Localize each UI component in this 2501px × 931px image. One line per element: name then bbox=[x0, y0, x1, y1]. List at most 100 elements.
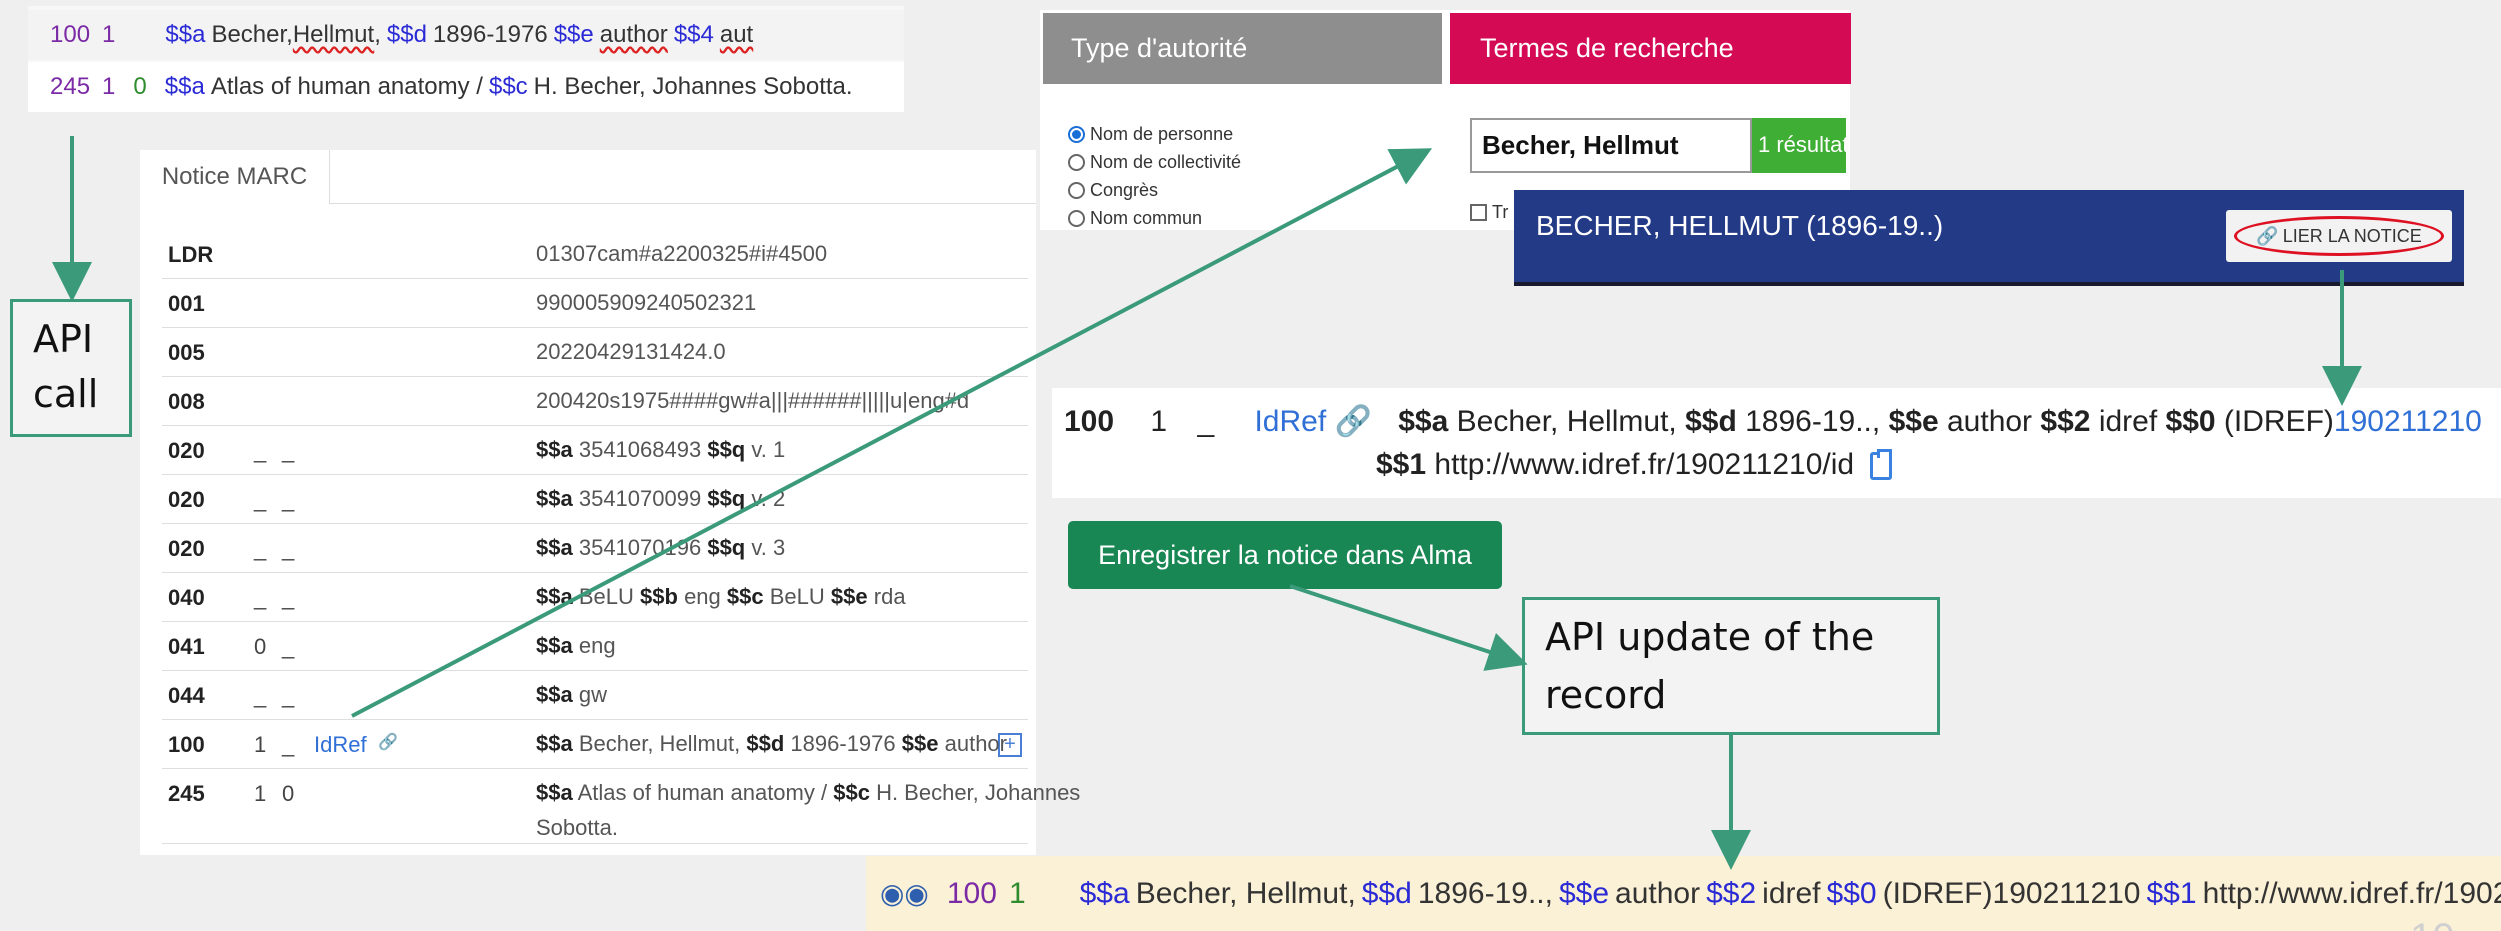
checkbox[interactable] bbox=[1470, 204, 1487, 221]
idref-link[interactable]: IdRef bbox=[1254, 405, 1326, 438]
marc-tag: 245 bbox=[168, 781, 205, 806]
subfield-value: gw bbox=[578, 682, 607, 707]
subfield-code: $$d bbox=[1685, 405, 1737, 438]
marc-ind2: _ bbox=[282, 438, 295, 463]
subfield-code: $$e bbox=[830, 584, 868, 609]
marc-ind1: _ bbox=[254, 585, 267, 610]
alma-punct: , bbox=[374, 21, 381, 48]
subfield-code: $$a bbox=[536, 780, 573, 805]
alma-value: (IDREF)190211210 bbox=[1882, 876, 2141, 910]
subfield-code: $$2 bbox=[2040, 405, 2091, 438]
alma-tag: 100 bbox=[50, 21, 91, 48]
marc-value: $$a gw bbox=[536, 677, 1156, 712]
subfield-value: (IDREF) bbox=[2223, 405, 2334, 438]
marc-tag: 020 bbox=[168, 487, 205, 512]
marc-ind2: _ bbox=[282, 634, 295, 659]
radio-icon[interactable] bbox=[1068, 153, 1085, 171]
radio-nom-de-collectivite[interactable]: Nom de collectivité bbox=[1068, 148, 1241, 176]
radio-icon[interactable] bbox=[1068, 209, 1085, 227]
field-line2: $$1 http://www.idref.fr/190211210/id bbox=[1376, 448, 1893, 482]
alma-value: idref bbox=[1762, 876, 1821, 910]
marc-ind1: 1 bbox=[254, 781, 267, 806]
marc-ind2: _ bbox=[282, 487, 295, 512]
marc-row-001: 001 990005909240502321 bbox=[162, 279, 1028, 328]
alma-value: Atlas of human anatomy / bbox=[210, 73, 483, 100]
marc-row-020: 020 _ _ $$a 3541070196 $$q v. 3 bbox=[162, 524, 1028, 573]
search-input[interactable]: Becher, Hellmut bbox=[1470, 118, 1752, 173]
field-ind2: _ bbox=[1197, 405, 1215, 438]
subfield-code: $$1 bbox=[1376, 448, 1427, 481]
marc-tag: 005 bbox=[168, 340, 205, 365]
marc-row-100: 100 1 _ IdRef 🔗 + $$a Becher, Hellmut, $$d 189… bbox=[162, 720, 1028, 769]
alma-subfield: $$2 bbox=[1706, 876, 1757, 910]
subfield-value: author bbox=[1946, 405, 2033, 438]
radio-icon[interactable] bbox=[1068, 181, 1085, 199]
clipboard-icon[interactable] bbox=[1870, 449, 1893, 481]
marc-tag: LDR bbox=[168, 242, 214, 267]
alma-subfield: $$d bbox=[1361, 876, 1412, 910]
subfield-value: Becher, Hellmut, bbox=[578, 731, 741, 756]
api-update-line1: API update of the bbox=[1545, 615, 1875, 659]
api-call-line1: API bbox=[33, 317, 94, 361]
marc-value: $$a Atlas of human anatomy / $$c H. Bech… bbox=[536, 775, 1156, 845]
marc-tag: 041 bbox=[168, 634, 205, 659]
marc-row-040: 040 _ _ $$a BeLU $$b eng $$c BeLU $$e rda bbox=[162, 573, 1028, 622]
alma-value: Becher, Hellmut, bbox=[1135, 876, 1356, 910]
radio-selected-icon[interactable] bbox=[1068, 125, 1085, 143]
marc-value: 01307cam#a2200325#i#4500 bbox=[536, 241, 828, 266]
api-call-line2: call bbox=[33, 372, 99, 416]
authority-type-header: Type d'autorité bbox=[1043, 13, 1442, 84]
idref-link[interactable]: IdRef bbox=[314, 732, 367, 758]
linked-field-preview: 100 1 _ IdRef 🔗 $$a Becher, Hellmut, $$d… bbox=[1052, 388, 2501, 498]
api-update-label: API update of the record bbox=[1522, 597, 1940, 735]
marc-table: LDR 01307cam#a2200325#i#4500 001 9900059092… bbox=[162, 230, 1080, 844]
alma-value: 1896-1976 bbox=[432, 21, 548, 48]
search-terms-header: Termes de recherche bbox=[1450, 13, 1851, 84]
save-to-alma-button[interactable]: Enregistrer la notice dans Alma bbox=[1068, 521, 1502, 589]
subfield-value: BeLU bbox=[578, 584, 634, 609]
subfield-code: $$a bbox=[536, 731, 573, 756]
marc-value: $$a Becher, Hellmut, $$d 1896-1976 $$e a… bbox=[536, 726, 1156, 761]
subfield-code: $$q bbox=[707, 535, 746, 560]
marc-value: 990005909240502321 bbox=[536, 290, 757, 315]
marc-tag: 001 bbox=[168, 291, 205, 316]
alma-subfield: $$1 bbox=[2146, 876, 2197, 910]
tab-notice-marc[interactable]: Notice MARC bbox=[140, 150, 330, 204]
marc-value: $$a 3541070196 $$q v. 3 bbox=[536, 530, 1156, 565]
alma-subfield: $$c bbox=[488, 73, 528, 100]
marc-ind1: _ bbox=[254, 487, 267, 512]
subfield-value: 3541070196 bbox=[578, 535, 702, 560]
radio-nom-commun[interactable]: Nom commun bbox=[1068, 204, 1241, 232]
subfield-value: 1896-19.., bbox=[1745, 405, 1881, 438]
alma-subfield: $$e bbox=[553, 21, 594, 48]
subfield-code: $$a bbox=[536, 535, 573, 560]
marc-ind1: _ bbox=[254, 438, 267, 463]
subfield-code: $$e bbox=[1888, 405, 1939, 438]
link-icon: 🔗 bbox=[1334, 405, 1372, 438]
marc-ind2: _ bbox=[282, 683, 295, 708]
authority-result-bar: BECHER, HELLMUT (1896-19..) 🔗 LIER LA NO… bbox=[1514, 190, 2464, 286]
marc-value: 20220429131424.0 bbox=[536, 339, 726, 364]
alma-value-misspelled: Hellmut bbox=[292, 21, 375, 48]
subfield-code: $$a bbox=[536, 682, 573, 707]
binoculars-icon[interactable]: ◉◉ bbox=[880, 877, 929, 910]
idref-number-link[interactable]: 190211210 bbox=[2334, 405, 2482, 438]
radio-congres[interactable]: Congrès bbox=[1068, 176, 1241, 204]
radio-nom-de-personne[interactable]: Nom de personne bbox=[1068, 120, 1241, 148]
subfield-value: BeLU bbox=[769, 584, 825, 609]
alma-subfield: $$d bbox=[386, 21, 427, 48]
link-icon: 🔗 bbox=[378, 734, 398, 751]
subfield-value: 1896-1976 bbox=[790, 731, 896, 756]
authority-type-radios: Nom de personne Nom de collectivité Cong… bbox=[1068, 120, 1241, 232]
subfield-code: $$d bbox=[746, 731, 785, 756]
subfield-value: idref bbox=[2098, 405, 2158, 438]
subfield-value: 3541070099 bbox=[578, 486, 702, 511]
subfield-value: 3541068493 bbox=[578, 437, 702, 462]
marc-tag: 008 bbox=[168, 389, 205, 414]
marc-value: $$a eng bbox=[536, 628, 1156, 663]
link-record-button[interactable]: 🔗 LIER LA NOTICE bbox=[2226, 210, 2452, 262]
alma-value: H. Becher, Johannes Sobotta. bbox=[533, 73, 853, 100]
subfield-value: eng bbox=[684, 584, 721, 609]
marc-tag: 100 bbox=[168, 732, 205, 757]
alma-ind2: 0 bbox=[133, 73, 147, 100]
